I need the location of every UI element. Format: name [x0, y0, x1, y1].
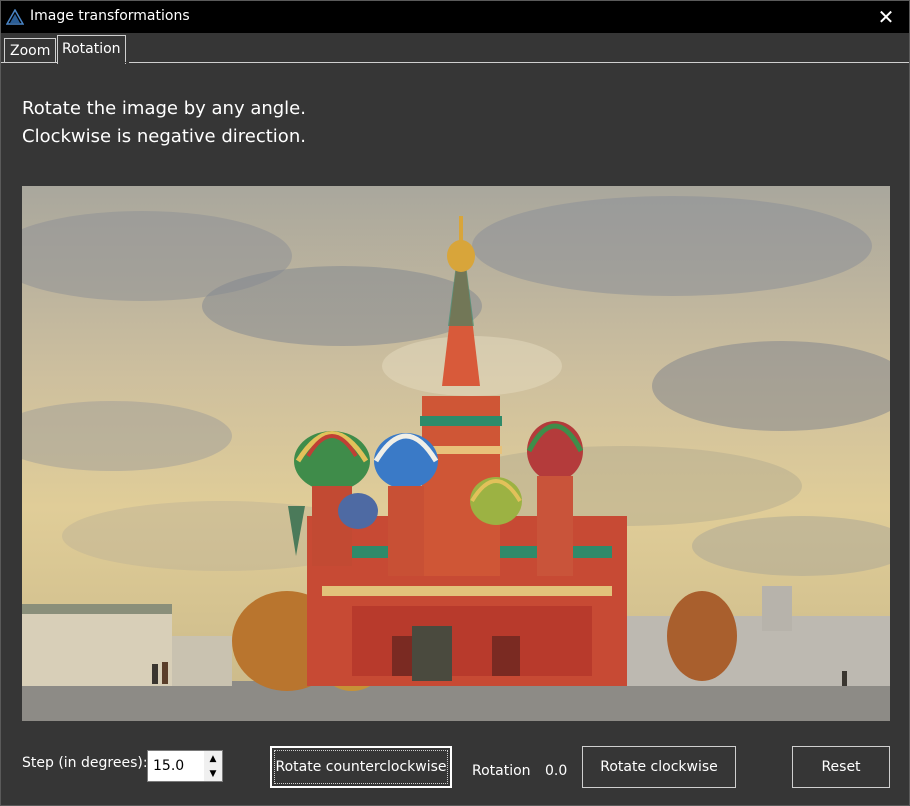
tab-zoom[interactable]: Zoom	[4, 38, 57, 63]
close-icon: ✕	[877, 5, 895, 29]
controls-bar: Step (in degrees): ▲ ▼ Rotate counterclo…	[1, 736, 909, 796]
rotate-counterclockwise-button[interactable]: Rotate counterclockwise	[270, 746, 452, 788]
rotate-clockwise-button[interactable]: Rotate clockwise	[582, 746, 736, 788]
chevron-down-icon: ▼	[209, 768, 217, 779]
focus-rect	[274, 750, 448, 784]
cathedral-photo	[22, 186, 890, 721]
spin-buttons: ▲ ▼	[204, 751, 222, 781]
step-input[interactable]	[148, 751, 204, 781]
step-label: Step (in degrees):	[22, 755, 148, 771]
reset-label: Reset	[821, 759, 861, 775]
tab-rotation[interactable]: Rotation	[57, 35, 126, 64]
image-transformations-window: Image transformations ✕ Zoom Rotation Ro…	[0, 0, 910, 806]
chevron-up-icon: ▲	[209, 753, 217, 764]
tab-strip: Zoom Rotation	[1, 33, 909, 64]
rotation-label: Rotation	[472, 763, 531, 779]
instruction-line-2: Clockwise is negative direction.	[22, 126, 306, 147]
rotation-value: 0.0	[545, 763, 568, 779]
step-spinbox[interactable]: ▲ ▼	[147, 750, 223, 782]
reset-button[interactable]: Reset	[792, 746, 890, 788]
tab-panel-border	[1, 62, 909, 63]
image-preview	[22, 186, 890, 721]
title-bar[interactable]: Image transformations ✕	[1, 1, 909, 33]
rotate-clockwise-label: Rotate clockwise	[600, 759, 718, 775]
app-triangle-icon	[6, 9, 24, 25]
instruction-line-1: Rotate the image by any angle.	[22, 98, 306, 119]
spin-down-button[interactable]: ▼	[204, 766, 222, 781]
window-title: Image transformations	[30, 8, 190, 24]
spin-up-button[interactable]: ▲	[204, 751, 222, 767]
close-button[interactable]: ✕	[863, 1, 909, 33]
instructions: Rotate the image by any angle. Clockwise…	[22, 95, 306, 151]
